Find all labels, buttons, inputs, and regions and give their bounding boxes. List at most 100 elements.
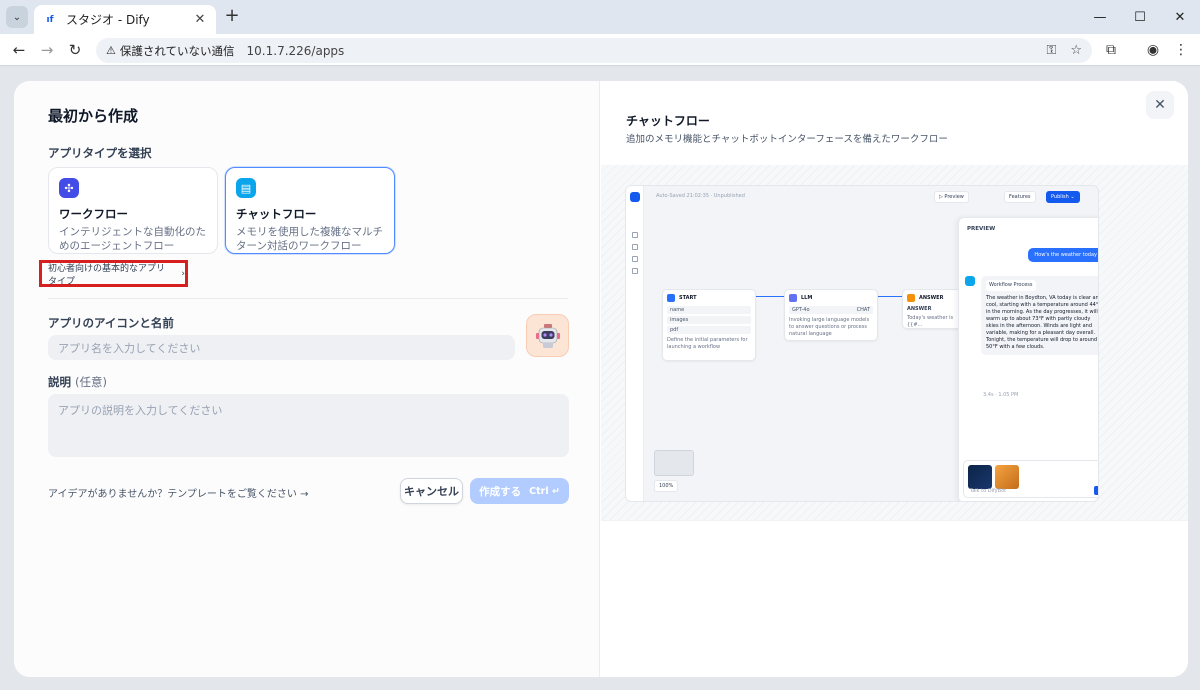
tab-close-icon[interactable]: ✕ (192, 12, 208, 27)
app-name-input[interactable]: アプリ名を入力してください (48, 335, 515, 360)
bot-avatar-icon (965, 276, 975, 286)
tab-search-icon[interactable]: ⌄ (6, 6, 28, 28)
bot-bubble: Workflow Process The weather in Boydton,… (981, 276, 1099, 355)
dialog-title: 最初から作成 (48, 107, 139, 125)
extensions-icon[interactable]: ⧉ (1100, 39, 1122, 61)
description-textarea[interactable]: アプリの説明を入力してください (48, 394, 569, 457)
bookmark-star-icon[interactable]: ☆ (1070, 43, 1082, 58)
security-chip[interactable]: ⚠ 保護されていない通信 (106, 43, 235, 59)
preview-stage: Auto-Saved 21:02:35 · Unpublished ▷ Prev… (601, 165, 1188, 520)
key-icon[interactable]: ⚿ (1046, 43, 1056, 58)
maximize-icon[interactable]: ☐ (1120, 0, 1160, 34)
shot-sidebar (626, 186, 644, 501)
menu-kebab-icon[interactable]: ⋮ (1170, 39, 1192, 61)
shot-publish-button: Publish ⌄ (1046, 191, 1080, 203)
template-link[interactable]: アイデアがありませんか？テンプレートをご覧ください → (48, 485, 308, 500)
description-placeholder: アプリの説明を入力してください (58, 404, 223, 417)
app-icon-picker[interactable] (526, 314, 569, 357)
shot-llm-node: LLM GPT-4o CHAT Invoking large language m… (784, 289, 878, 341)
minimize-icon[interactable]: — (1080, 0, 1120, 34)
shot-chat-input: Talk to DifyBot (963, 460, 1098, 498)
shot-edge (878, 296, 902, 297)
node-var: images (667, 316, 751, 324)
chevron-right-icon: › (181, 268, 185, 279)
image-thumb (968, 465, 992, 489)
new-tab-icon[interactable]: + (222, 7, 242, 27)
bot-meta: 3.4s · 1.05 PM (983, 392, 1019, 398)
send-icon (1094, 486, 1098, 495)
shot-edge (756, 296, 784, 297)
close-icon[interactable]: ✕ (1146, 91, 1174, 119)
node-var: pdf (667, 326, 751, 334)
basic-app-types-link: 初心者向けの基本的なアプリタイプ (48, 263, 166, 287)
description-label: 説明 (任意) (48, 374, 107, 390)
icon-name-label: アプリのアイコンと名前 (48, 316, 174, 330)
profile-icon[interactable]: ◉ (1142, 39, 1164, 61)
image-thumb (995, 465, 1019, 489)
type-desc: インテリジェントな自動化のためのエージェントフロー (59, 226, 206, 252)
description-label-text: 説明 (48, 375, 71, 389)
workflow-chip: Workflow Process (986, 280, 1036, 291)
browser-tab-strip: ⌄ ıf スタジオ - Dify ✕ + — ☐ ✕ (0, 0, 1200, 34)
shot-features-button: Features (1004, 191, 1036, 203)
create-form-pane: 最初から作成 アプリタイプを選択 ✣ ワークフロー インテリジェントな自動化のた… (14, 81, 600, 677)
panel-title: PREVIEW (967, 226, 996, 232)
preview-screenshot: Auto-Saved 21:02:35 · Unpublished ▷ Prev… (625, 185, 1099, 502)
tab-title: スタジオ - Dify (66, 13, 150, 27)
shot-minimap (654, 450, 694, 476)
dify-favicon-icon: ıf (46, 14, 54, 25)
node-title: LLM (801, 295, 813, 301)
window-controls: — ☐ ✕ (1080, 0, 1200, 34)
create-button[interactable]: 作成する Ctrl ↵ (470, 478, 569, 504)
security-label: 保護されていない通信 (119, 43, 235, 58)
shot-answer-node: ANSWER ANSWER Today's weather is {{#... (902, 289, 964, 329)
reload-icon[interactable]: ↻ (64, 39, 86, 61)
preview-pane: ✕ チャットフロー 追加のメモリ機能とチャットボットインターフェースを備えたワー… (601, 81, 1188, 677)
node-label: ANSWER (907, 306, 932, 312)
type-name: チャットフロー (236, 207, 317, 221)
bot-message: The weather in Boydton, VA today is clea… (986, 295, 1099, 350)
user-bubble: How's the weather today (1028, 248, 1098, 262)
create-label: 作成する (479, 485, 522, 498)
chatflow-icon: ▤ (236, 178, 256, 198)
node-desc: Define the initial parameters for launch… (667, 337, 748, 350)
shot-start-node: START name images pdf Define the initial… (662, 289, 756, 361)
node-desc: Invoking large language models to answer… (789, 317, 870, 337)
node-title: START (679, 295, 697, 301)
cancel-button[interactable]: キャンセル (400, 478, 463, 504)
optional-tag: (任意) (75, 375, 107, 389)
node-title: ANSWER (919, 295, 944, 301)
shot-preview-button: ▷ Preview (934, 191, 969, 203)
divider (601, 520, 1188, 521)
type-desc: メモリを使用した複雑なマルチターン対話のワークフロー (236, 226, 383, 252)
node-desc: Today's weather is {{#... (907, 315, 954, 328)
address-bar: ← → ↻ ⚠ 保護されていない通信 10.1.7.226/apps ⚿ ☆ ⧉… (0, 34, 1200, 66)
node-model: GPT-4o CHAT (789, 306, 873, 314)
preview-description: 追加のメモリ機能とチャットボットインターフェースを備えたワークフロー (626, 134, 948, 145)
url-text[interactable]: 10.1.7.226/apps (247, 44, 1033, 58)
basic-app-types-toggle[interactable]: 初心者向けの基本的なアプリタイプ › (39, 260, 188, 287)
browser-tab[interactable]: ıf スタジオ - Dify ✕ (34, 5, 216, 34)
robot-icon (535, 323, 560, 348)
app-type-label: アプリタイプを選択 (48, 146, 152, 160)
node-var: name (667, 306, 751, 314)
omnibox[interactable]: ⚠ 保護されていない通信 10.1.7.226/apps ⚿ ☆ (96, 38, 1092, 63)
forward-icon[interactable]: → (36, 39, 58, 61)
shot-autosave: Auto-Saved 21:02:35 · Unpublished (656, 193, 745, 199)
workflow-icon: ✣ (59, 178, 79, 198)
shortcut-hint: Ctrl ↵ (529, 485, 560, 497)
type-name: ワークフロー (59, 207, 128, 221)
shot-side-icon (632, 244, 638, 250)
zoom-level: 100% (659, 483, 674, 489)
window-close-icon[interactable]: ✕ (1160, 0, 1200, 34)
preview-title: チャットフロー (626, 114, 710, 128)
warning-icon: ⚠ (106, 44, 116, 57)
type-card-workflow[interactable]: ✣ ワークフロー インテリジェントな自動化のためのエージェントフロー (48, 167, 218, 254)
input-placeholder: Talk to DifyBot (970, 488, 1007, 494)
page-viewport: 最初から作成 アプリタイプを選択 ✣ ワークフロー インテリジェントな自動化のた… (0, 67, 1200, 690)
shot-logo-icon (630, 192, 640, 202)
type-card-chatflow[interactable]: ▤ チャットフロー メモリを使用した複雑なマルチターン対話のワークフロー (225, 167, 395, 254)
shot-side-icon (632, 268, 638, 274)
divider (48, 298, 568, 299)
back-icon[interactable]: ← (8, 39, 30, 61)
